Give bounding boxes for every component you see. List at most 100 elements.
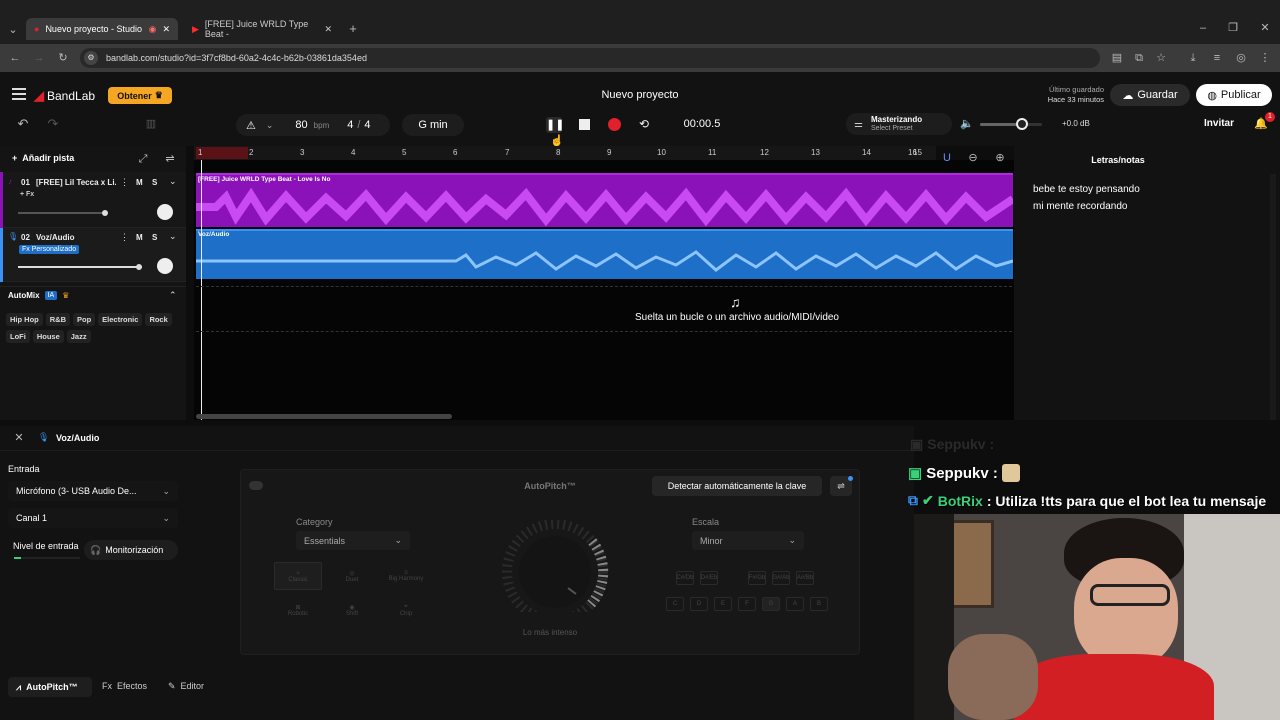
redo-icon[interactable]: ↷ <box>46 117 60 130</box>
save-button[interactable]: ☁ Guardar <box>1110 84 1190 106</box>
audio-clip-beat[interactable]: [FREE] Juice WRLD Type Beat - Love Is No <box>196 173 1013 227</box>
input-device-select[interactable]: Micrófono (3- USB Audio De... ⌄ <box>8 481 178 501</box>
notes-scrollbar[interactable] <box>1270 174 1276 420</box>
hamburger-menu-icon[interactable] <box>12 88 26 100</box>
track-row-2[interactable]: 🎙 02 Voz/Audio ⋮ M S ⌄ Fx Personalizado <box>0 228 186 282</box>
zoom-in-icon[interactable]: ⊕ <box>993 152 1007 164</box>
reader-icon[interactable]: ▤ <box>1110 52 1124 64</box>
tab-editor[interactable]: ✎ Editor <box>168 681 204 692</box>
audio-clip-voice[interactable]: Voz/Audio <box>196 229 1013 279</box>
project-title[interactable]: Nuevo proyecto <box>540 89 740 101</box>
intensity-knob[interactable] <box>498 520 612 612</box>
genre-chip[interactable]: Jazz <box>66 330 91 343</box>
master-volume-slider[interactable] <box>980 118 1042 130</box>
piano-key-sharp[interactable]: G#/Ab <box>772 571 790 585</box>
tab-search-icon[interactable]: ⌄ <box>6 24 20 36</box>
preset-duet[interactable]: ◎ Duet <box>328 562 376 590</box>
track-row-1[interactable]: ♪ 01 [FREE] Lil Tecca x Li... ⋮ M S ⌄ + … <box>0 172 186 228</box>
pause-button[interactable]: ❚❚ <box>546 117 564 133</box>
mute-button[interactable]: M <box>136 178 143 187</box>
fx-preset-badge[interactable]: Fx Personalizado <box>19 245 80 254</box>
tab-studio[interactable]: ● Nuevo proyecto - Studio ◉ ✕ <box>26 18 178 40</box>
track-volume-slider[interactable] <box>18 212 108 214</box>
track-settings-icon[interactable]: ⇌ <box>163 153 177 165</box>
track-name[interactable]: [FREE] Lil Tecca x Li... <box>36 178 116 187</box>
automix-header[interactable]: AutoMix IA ♛ <box>8 291 69 300</box>
piano-key[interactable]: B <box>810 597 828 611</box>
restore-icon[interactable]: ❐ <box>1226 22 1240 34</box>
get-membership-button[interactable]: Obtener ♛ <box>108 87 172 104</box>
preset-classic[interactable]: ✧ Classic <box>274 562 322 590</box>
new-tab-icon[interactable]: + <box>346 22 360 35</box>
pan-knob[interactable] <box>157 258 173 274</box>
genre-chip[interactable]: Rock <box>145 313 172 326</box>
tempo-value[interactable]: 80 <box>295 119 307 131</box>
timeline-ruler[interactable]: 1 2 3 4 5 6 7 8 9 10 11 12 13 14 15 <box>194 146 936 160</box>
genre-chip[interactable]: Electronic <box>98 313 143 326</box>
preset-shift[interactable]: ◉ Shift <box>328 596 376 624</box>
loop-region[interactable] <box>196 147 248 159</box>
profile-icon[interactable]: ◎ <box>1234 52 1248 64</box>
zoom-out-icon[interactable]: ⊖ <box>966 152 980 164</box>
back-icon[interactable]: ← <box>8 52 22 64</box>
speaker-icon[interactable]: 🔈 <box>960 118 974 130</box>
close-panel-icon[interactable]: ✕ <box>12 432 26 444</box>
horizontal-scrollbar[interactable] <box>196 414 452 419</box>
genre-chip[interactable]: LoFi <box>6 330 30 343</box>
downloads-icon[interactable]: ⤓ <box>1186 52 1200 64</box>
drop-zone-hint[interactable]: Suelta un bucle o un archivo audio/MIDI/… <box>560 312 914 323</box>
browser-menu-icon[interactable]: ⋮ <box>1258 52 1272 64</box>
channel-select[interactable]: Canal 1 ⌄ <box>8 508 178 528</box>
genre-chip[interactable]: R&B <box>45 313 70 326</box>
notes-text-area[interactable]: bebe te estoy pensando mi mente recordan… <box>1033 181 1140 215</box>
loop-icon[interactable]: ⟲ <box>637 118 651 130</box>
collapse-chevron-icon[interactable]: ⌃ <box>169 290 177 301</box>
piano-key-sharp[interactable]: A#/Bb <box>796 571 814 585</box>
snap-magnet-icon[interactable]: U <box>940 152 954 164</box>
automation-icon[interactable]: ⤢ <box>136 153 150 165</box>
volume-handle[interactable] <box>136 264 142 270</box>
time-signature-numerator[interactable]: 4 <box>347 119 353 131</box>
piano-key-sharp[interactable]: D#/Eb <box>700 571 718 585</box>
close-tab-icon[interactable]: ✕ <box>324 24 332 35</box>
piano-key[interactable]: F <box>738 597 756 611</box>
preset-robotic[interactable]: ⊠ Robotic <box>274 596 322 624</box>
piano-key-sharp[interactable]: C#/Db <box>676 571 694 585</box>
key-selector[interactable]: G min <box>402 114 464 136</box>
install-app-icon[interactable]: ⧉ <box>1132 52 1146 64</box>
tab-autopitch[interactable]: ⩘ AutoPitch™ <box>8 677 92 697</box>
solo-button[interactable]: S <box>152 233 157 242</box>
playhead[interactable] <box>201 160 202 420</box>
mastering-selector[interactable]: ⚌ Masterizando Select Preset <box>846 113 952 135</box>
tab-effects[interactable]: Fx Efectos <box>102 681 147 691</box>
piano-key-sharp[interactable]: F#/Gb <box>748 571 766 585</box>
add-track-button[interactable]: + Añadir pista <box>12 153 74 163</box>
mute-button[interactable]: M <box>136 233 143 242</box>
publish-button[interactable]: ◍ Publicar <box>1196 84 1272 106</box>
genre-chip[interactable]: Hip Hop <box>6 313 43 326</box>
address-bar[interactable]: bandlab.com/studio?id=3f7cf8bd-60a2-4c4c… <box>80 48 1100 68</box>
bandlab-logo[interactable]: ◢ BandLab <box>34 88 95 104</box>
track-expand-icon[interactable]: ⌄ <box>169 176 177 187</box>
detect-key-button[interactable]: Detectar automáticamente la clave <box>652 476 822 496</box>
track-menu-icon[interactable]: ⋮ <box>120 232 129 243</box>
piano-key[interactable]: D <box>690 597 708 611</box>
piano-key[interactable]: A <box>786 597 804 611</box>
media-controls-icon[interactable]: ≡ <box>1210 52 1224 64</box>
record-button[interactable] <box>608 118 621 131</box>
piano-key[interactable]: C <box>666 597 684 611</box>
metronome-dropdown-icon[interactable]: ⌄ <box>266 120 274 131</box>
close-tab-icon[interactable]: ✕ <box>162 24 170 35</box>
preset-big-harmony[interactable]: ≡ Big Harmony <box>382 562 430 590</box>
minimize-icon[interactable]: – <box>1196 22 1210 34</box>
track-name[interactable]: Voz/Audio <box>36 233 75 242</box>
pan-knob[interactable] <box>157 204 173 220</box>
tab-youtube[interactable]: ▶ [FREE] Juice WRLD Type Beat - ✕ <box>184 18 340 40</box>
time-signature-denominator[interactable]: 4 <box>364 119 370 131</box>
preset-chip[interactable]: ⌖ Chip <box>382 596 430 624</box>
site-info-icon[interactable]: ⚙ <box>84 51 98 65</box>
monitoring-button[interactable]: 🎧 Monitorización <box>84 540 178 560</box>
genre-chip[interactable]: Pop <box>73 313 96 326</box>
add-fx-button[interactable]: + Fx <box>20 191 34 198</box>
track-volume-slider[interactable] <box>18 266 142 268</box>
